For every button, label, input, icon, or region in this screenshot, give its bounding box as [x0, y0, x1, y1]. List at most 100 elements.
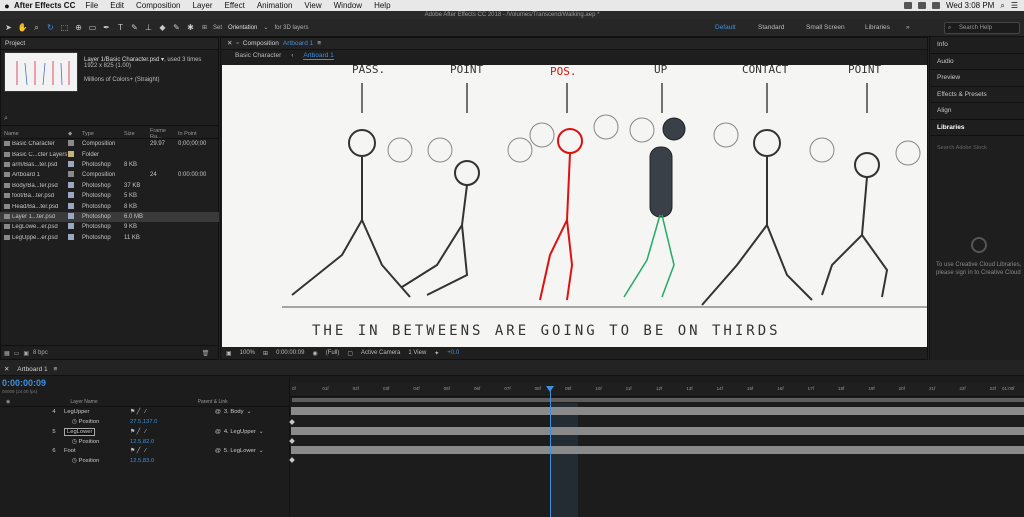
selection-tool-icon[interactable]: ➤: [3, 22, 14, 33]
panel-info[interactable]: Info: [930, 37, 1024, 54]
label-swatch[interactable]: [68, 140, 74, 147]
layer-name[interactable]: Foot: [64, 448, 76, 454]
camera-dropdown[interactable]: Active Camera: [361, 350, 400, 356]
eraser-tool-icon[interactable]: ◆: [157, 22, 168, 33]
timeline-tab[interactable]: ✕ Artboard 1 ≡: [0, 364, 1024, 376]
time-ruler[interactable]: 0f 01f 02f 03f 04f 05f 06f 07f 08f 09f 10f 11f 12f 13…: [290, 382, 1024, 397]
local-axis-icon[interactable]: ⊞: [202, 24, 207, 31]
battery-icon[interactable]: [932, 2, 941, 9]
close-icon[interactable]: ✕: [227, 38, 232, 49]
stock-search-input[interactable]: Search Adobe Stock: [930, 142, 1024, 154]
label-swatch[interactable]: [68, 181, 74, 188]
exposure-value[interactable]: +0.0: [447, 350, 459, 356]
label-swatch[interactable]: [68, 212, 74, 219]
pan-behind-tool-icon[interactable]: ⊕: [73, 22, 84, 33]
composition-viewer[interactable]: PASS. POINT POS. UP CONTACT POINT THE IN…: [222, 65, 927, 347]
breadcrumb-basic-character[interactable]: Basic Character: [235, 52, 281, 59]
panel-preview[interactable]: Preview: [930, 70, 1024, 87]
workspace-libraries[interactable]: Libraries: [865, 19, 890, 37]
layer-bar-foot[interactable]: [291, 446, 1024, 454]
menu-help[interactable]: Help: [374, 1, 390, 10]
menu-edit[interactable]: Edit: [110, 1, 124, 10]
close-icon[interactable]: ✕: [4, 366, 9, 373]
label-swatch[interactable]: [68, 160, 74, 167]
project-item[interactable]: LegLowe...er.psd Photoshop 9 KB: [0, 222, 219, 232]
layer-switches[interactable]: ⚑ ╱ ⁄: [130, 429, 215, 435]
pick-whip-icon[interactable]: @: [215, 448, 221, 454]
camera-tool-icon[interactable]: ⬚: [59, 22, 70, 33]
breadcrumb-artboard[interactable]: Artboard 1: [303, 52, 334, 60]
layer-row[interactable]: 5 LegLower ⚑ ╱ ⁄ @4. LegUpper ⌄: [0, 427, 290, 437]
project-item[interactable]: Layer 1...ter.psd Photoshop 6.0 MB: [0, 211, 219, 223]
label-swatch[interactable]: [68, 171, 74, 178]
wifi-icon[interactable]: [918, 2, 927, 9]
av-features-icon[interactable]: ◉: [6, 399, 10, 405]
project-item[interactable]: LegUppe...er.psd Photoshop 11 KB: [0, 233, 219, 243]
col-parent-link[interactable]: Parent & Link: [198, 399, 228, 405]
apple-icon[interactable]: ●: [0, 1, 14, 11]
timecode-display[interactable]: 0:00:00:09: [276, 350, 304, 356]
project-item[interactable]: foot/Ba...ter.psd Photoshop 5 KB: [0, 191, 219, 201]
interpret-footage-icon[interactable]: ▦: [4, 350, 10, 357]
clone-stamp-icon[interactable]: ⊥: [143, 22, 154, 33]
current-time-indicator[interactable]: [550, 386, 551, 517]
menu-effect[interactable]: Effect: [225, 1, 245, 10]
work-area-bar[interactable]: [292, 398, 1024, 402]
new-folder-icon[interactable]: ▭: [14, 350, 20, 357]
chevron-down-icon[interactable]: ⌄: [263, 24, 268, 31]
notification-icon[interactable]: ☰: [1011, 1, 1018, 10]
new-comp-icon[interactable]: ▣: [23, 350, 29, 357]
type-tool-icon[interactable]: T: [115, 22, 126, 33]
layer-bar-leglower[interactable]: [291, 427, 1024, 435]
label-swatch[interactable]: [68, 150, 74, 157]
stopwatch-icon[interactable]: ◷: [72, 458, 79, 464]
spotlight-icon[interactable]: ⌕: [1000, 1, 1004, 11]
always-preview-icon[interactable]: ▣: [226, 350, 232, 357]
roto-brush-icon[interactable]: ✎: [171, 22, 182, 33]
parent-dropdown[interactable]: 5. LegLower: [224, 448, 256, 454]
col-name[interactable]: Name: [0, 131, 68, 137]
pen-tool-icon[interactable]: ✒: [101, 22, 112, 33]
parent-dropdown[interactable]: 3. Body: [224, 409, 244, 415]
layer-row[interactable]: 4 LegUpper ⚑ ╱ ⁄ @3. Body ⌄: [0, 407, 290, 417]
rectangle-tool-icon[interactable]: ▭: [87, 22, 98, 33]
project-item[interactable]: Body/Ba...ter.psd Photoshop 37 KB: [0, 181, 219, 191]
property-value[interactable]: 12.5,82.0: [130, 439, 215, 445]
label-swatch[interactable]: [68, 233, 74, 240]
project-search-input[interactable]: ⌕: [0, 114, 219, 126]
menu-file[interactable]: File: [85, 1, 98, 10]
menu-window[interactable]: Window: [334, 1, 362, 10]
col-layer-name[interactable]: Layer Name: [70, 399, 97, 405]
menu-animation[interactable]: Animation: [257, 1, 293, 10]
panel-align[interactable]: Align: [930, 103, 1024, 120]
layer-name[interactable]: LegLower: [64, 427, 96, 436]
chevron-down-icon[interactable]: ⌄: [259, 429, 264, 435]
rotate-tool-icon[interactable]: ↻: [45, 22, 56, 33]
property-value[interactable]: 27.5,137.0: [130, 419, 215, 425]
project-panel-title[interactable]: Project: [1, 38, 218, 50]
zoom-tool-icon[interactable]: ⌕: [31, 22, 42, 33]
snapshot-icon[interactable]: ◉: [312, 350, 317, 357]
workspace-small-screen[interactable]: Small Screen: [806, 19, 845, 37]
label-swatch[interactable]: [68, 223, 74, 230]
pick-whip-icon[interactable]: @: [215, 429, 221, 435]
menu-layer[interactable]: Layer: [193, 1, 213, 10]
grid-icon[interactable]: ⊞: [263, 350, 268, 357]
app-menu[interactable]: After Effects CC: [14, 1, 75, 10]
orientation-dropdown[interactable]: Orientation: [228, 25, 257, 31]
brush-tool-icon[interactable]: ✎: [129, 22, 140, 33]
lock-icon[interactable]: ▫: [236, 38, 238, 49]
project-item[interactable]: Head/Ba...ter.psd Photoshop 8 KB: [0, 201, 219, 211]
layer-row[interactable]: 6 Foot ⚑ ╱ ⁄ @5. LegLower ⌄: [0, 446, 290, 456]
view-layout-dropdown[interactable]: 1 View: [408, 350, 426, 356]
project-item[interactable]: Basic Character Composition 29.97 0;00;00;0…: [0, 139, 219, 149]
project-item[interactable]: arm/Bas...ter.psd Photoshop 8 KB: [0, 160, 219, 170]
col-type[interactable]: Type: [82, 131, 124, 137]
panel-menu-icon[interactable]: ≡: [317, 38, 321, 49]
panel-menu-icon[interactable]: ≡: [53, 366, 57, 373]
project-item[interactable]: Artboard 1 Composition 24 0:00:00:00: [0, 170, 219, 180]
label-swatch[interactable]: [68, 202, 74, 209]
trash-icon[interactable]: 🗑: [202, 350, 210, 357]
bpc-toggle[interactable]: 8 bpc: [33, 350, 48, 356]
workspace-standard[interactable]: Standard: [758, 19, 784, 37]
